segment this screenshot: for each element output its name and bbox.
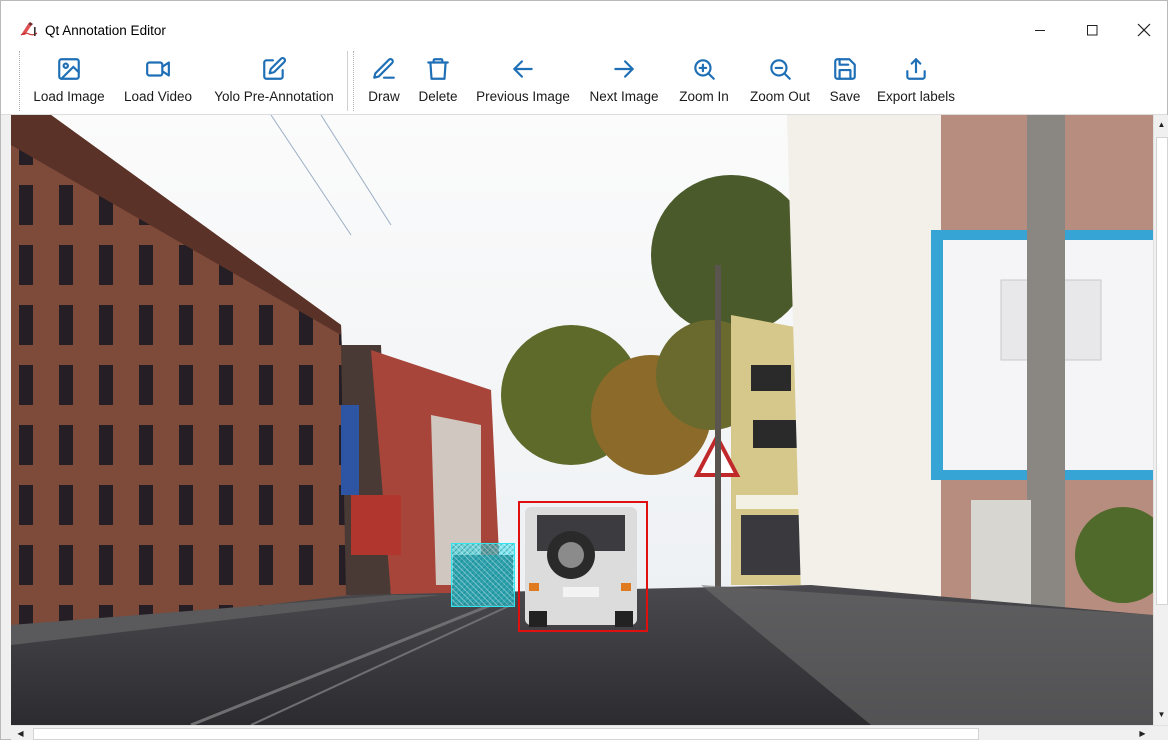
toolbar-handle-2[interactable] [353, 51, 355, 111]
toolbar-handle[interactable] [19, 51, 21, 111]
street-scene-image [11, 115, 1153, 725]
vertical-scrollbar[interactable]: ▲ ▼ [1153, 115, 1168, 725]
video-icon [144, 55, 172, 83]
edit-icon [260, 55, 288, 83]
scroll-up-icon[interactable]: ▲ [1154, 117, 1168, 132]
app-logo-icon [19, 21, 39, 37]
next-image-label: Next Image [589, 89, 659, 104]
app-window: Qt Annotation Editor Load Image Load Vid… [0, 0, 1168, 740]
arrow-left-icon [509, 55, 537, 83]
image-canvas[interactable] [11, 115, 1153, 725]
scroll-down-icon[interactable]: ▼ [1154, 707, 1168, 722]
zoom-in-label: Zoom In [679, 89, 729, 104]
image-icon [55, 55, 83, 83]
save-button[interactable]: Save [825, 45, 865, 115]
annotation-box-selected[interactable] [518, 501, 648, 632]
annotation-box-hatched[interactable] [451, 543, 515, 607]
export-icon [902, 55, 930, 83]
load-image-label: Load Image [33, 89, 105, 104]
draw-label: Draw [368, 89, 400, 104]
minimize-button[interactable] [1017, 15, 1063, 45]
maximize-button[interactable] [1069, 15, 1115, 45]
pen-icon [370, 55, 398, 83]
previous-image-button[interactable]: Previous Image [471, 45, 575, 115]
close-button[interactable] [1121, 15, 1167, 45]
previous-image-label: Previous Image [476, 89, 570, 104]
save-label: Save [829, 89, 861, 104]
zoom-in-icon [690, 55, 718, 83]
delete-label: Delete [418, 89, 458, 104]
toolbar: Load Image Load Video Yolo Pre-Annotatio… [1, 45, 1167, 115]
window-title: Qt Annotation Editor [45, 23, 166, 38]
scroll-right-icon[interactable]: ▶ [1135, 726, 1150, 741]
yolo-pre-annotation-button[interactable]: Yolo Pre-Annotation [207, 45, 341, 115]
load-video-button[interactable]: Load Video [119, 45, 197, 115]
zoom-out-label: Zoom Out [749, 89, 811, 104]
title-bar[interactable]: Qt Annotation Editor [1, 1, 1167, 45]
minimize-icon [1035, 30, 1045, 31]
draw-button[interactable]: Draw [363, 45, 405, 115]
horizontal-scrollbar[interactable]: ◀ ▶ [11, 725, 1168, 740]
save-icon [831, 55, 859, 83]
trash-icon [424, 55, 452, 83]
close-icon [1137, 23, 1151, 37]
load-video-label: Load Video [123, 89, 193, 104]
delete-button[interactable]: Delete [413, 45, 463, 115]
export-labels-label: Export labels [876, 89, 956, 104]
maximize-icon [1087, 25, 1098, 36]
toolbar-separator [347, 51, 349, 111]
zoom-out-button[interactable]: Zoom Out [743, 45, 817, 115]
yolo-pre-annotation-label: Yolo Pre-Annotation [214, 89, 334, 104]
next-image-button[interactable]: Next Image [583, 45, 665, 115]
export-labels-button[interactable]: Export labels [873, 45, 959, 115]
scroll-left-icon[interactable]: ◀ [13, 726, 28, 741]
vertical-scroll-thumb[interactable] [1156, 137, 1168, 605]
load-image-button[interactable]: Load Image [29, 45, 109, 115]
horizontal-scroll-thumb[interactable] [33, 728, 979, 740]
zoom-out-icon [766, 55, 794, 83]
zoom-in-button[interactable]: Zoom In [673, 45, 735, 115]
arrow-right-icon [610, 55, 638, 83]
